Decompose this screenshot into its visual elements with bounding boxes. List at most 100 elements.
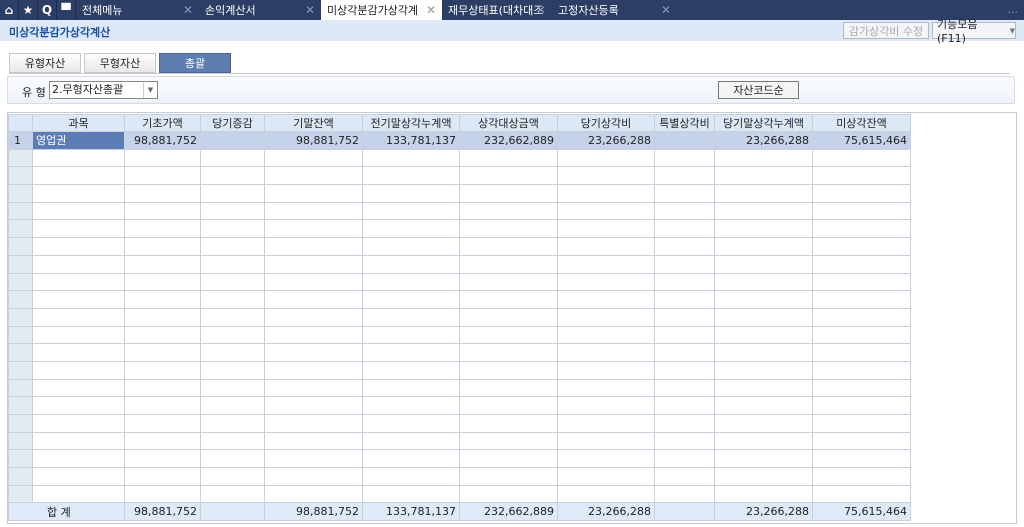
row-number[interactable] [8,414,33,433]
value-cell[interactable] [654,467,715,486]
home-icon[interactable]: ⌂ [0,0,19,20]
value-cell[interactable] [557,396,655,415]
value-cell[interactable] [362,166,460,186]
row-number[interactable] [8,254,33,274]
value-cell[interactable] [714,184,813,203]
row-number[interactable] [8,396,33,415]
table-row[interactable] [8,396,911,415]
value-cell[interactable] [654,449,715,469]
value-cell[interactable] [557,272,655,292]
value-cell[interactable] [264,184,363,203]
value-cell[interactable] [557,449,655,469]
account-cell[interactable] [32,290,125,309]
value-cell[interactable] [654,166,715,186]
value-cell[interactable] [812,290,911,309]
value-cell[interactable] [459,396,558,415]
value-cell[interactable] [557,237,655,256]
tab-income-statement[interactable]: 손익계산서 ✕ [199,0,321,20]
value-cell[interactable] [124,307,201,327]
value-cell[interactable] [200,131,265,150]
value-cell[interactable] [362,184,460,203]
value-cell[interactable] [654,237,715,256]
value-cell[interactable] [459,166,558,186]
row-number[interactable]: 1 [8,131,33,150]
value-cell[interactable] [459,254,558,274]
account-cell[interactable] [32,237,125,256]
row-number[interactable] [8,237,33,256]
table-row[interactable] [8,254,911,274]
value-cell[interactable] [557,307,655,327]
value-cell[interactable] [557,414,655,433]
value-cell[interactable] [812,360,911,380]
close-icon[interactable]: ✕ [183,3,193,17]
value-cell[interactable] [362,449,460,469]
table-row[interactable] [8,237,911,256]
value-cell[interactable] [812,201,911,221]
value-cell[interactable] [714,201,813,221]
value-cell[interactable] [124,254,201,274]
value-cell[interactable] [264,237,363,256]
account-cell[interactable] [32,325,125,345]
row-number[interactable] [8,201,33,221]
value-cell[interactable] [714,166,813,186]
value-cell[interactable] [654,219,715,239]
value-cell[interactable] [557,343,655,362]
star-icon[interactable]: ★ [19,0,38,20]
value-cell[interactable] [124,325,201,345]
row-number[interactable] [8,272,33,292]
value-cell[interactable] [459,290,558,309]
value-cell[interactable] [264,254,363,274]
value-cell[interactable] [654,484,715,504]
value-cell[interactable] [714,360,813,380]
value-cell[interactable] [714,307,813,327]
value-cell[interactable] [714,378,813,398]
value-cell[interactable] [200,449,265,469]
tab-fixed-asset[interactable]: 고정자산등록 ✕ [552,0,677,20]
value-cell[interactable] [124,484,201,504]
value-cell[interactable] [459,360,558,380]
edit-depreciation-button[interactable]: 감가상각비 수정 [843,22,929,39]
value-cell[interactable] [200,290,265,309]
column-header[interactable]: 미상각잔액 [812,114,911,132]
value-cell[interactable] [459,431,558,451]
value-cell[interactable] [124,467,201,486]
value-cell[interactable] [714,254,813,274]
value-cell[interactable] [714,467,813,486]
value-cell[interactable] [714,219,813,239]
row-number[interactable] [8,378,33,398]
value-cell[interactable] [812,148,911,168]
account-cell[interactable] [32,449,125,469]
column-header[interactable]: 당기증감 [200,114,265,132]
close-icon[interactable]: ✕ [426,3,436,17]
value-cell[interactable] [124,148,201,168]
value-cell[interactable] [557,201,655,221]
value-cell[interactable] [557,484,655,504]
account-cell[interactable] [32,254,125,274]
value-cell[interactable] [200,148,265,168]
value-cell[interactable] [654,131,715,150]
close-icon[interactable]: ✕ [305,3,315,17]
value-cell[interactable] [714,343,813,362]
tab-depreciation[interactable]: 미상각분감가상각계 ✕ [321,0,442,20]
value-cell[interactable]: 98,881,752 [264,131,363,150]
value-cell[interactable]: 98,881,752 [124,131,201,150]
value-cell[interactable] [264,148,363,168]
row-number[interactable] [8,343,33,362]
value-cell[interactable] [200,307,265,327]
account-cell[interactable] [32,484,125,504]
value-cell[interactable] [714,431,813,451]
value-cell[interactable] [654,184,715,203]
value-cell[interactable] [264,378,363,398]
value-cell[interactable] [124,414,201,433]
value-cell[interactable] [124,396,201,415]
column-header[interactable] [8,114,33,132]
value-cell[interactable] [812,378,911,398]
row-number[interactable] [8,431,33,451]
value-cell[interactable] [459,449,558,469]
table-row[interactable] [8,414,911,433]
value-cell[interactable] [459,148,558,168]
value-cell[interactable] [557,467,655,486]
value-cell[interactable] [714,325,813,345]
value-cell[interactable] [654,325,715,345]
value-cell[interactable] [124,166,201,186]
